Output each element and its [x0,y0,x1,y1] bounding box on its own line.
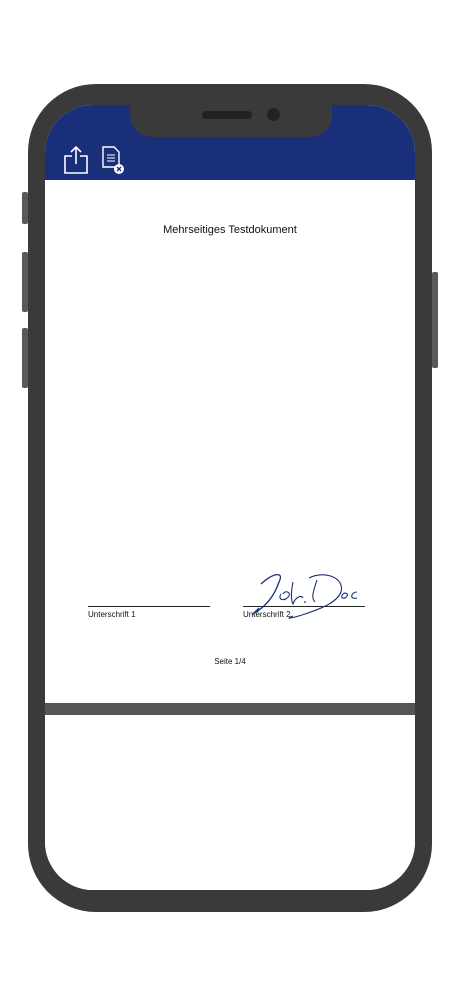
document-page[interactable]: Mehrseitiges Testdokument Unterschrift 1… [45,180,415,703]
signature-line-1 [88,606,210,607]
page-divider [45,703,415,715]
toolbar [45,105,415,180]
share-icon[interactable] [61,145,91,175]
page-indicator: Seite 1/4 [214,657,246,666]
document-page-2[interactable] [45,715,415,890]
handwritten-signature [251,574,358,619]
notch [130,105,332,137]
speaker [202,111,252,119]
signature-label-1: Unterschrift 1 [88,610,136,619]
front-camera [267,108,280,121]
document-title: Mehrseitiges Testdokument [163,224,297,236]
document-close-icon[interactable] [99,145,129,175]
phone-screen: Mehrseitiges Testdokument Unterschrift 1… [45,105,415,890]
power-button [432,272,438,368]
stage: Mehrseitiges Testdokument Unterschrift 1… [0,0,460,996]
